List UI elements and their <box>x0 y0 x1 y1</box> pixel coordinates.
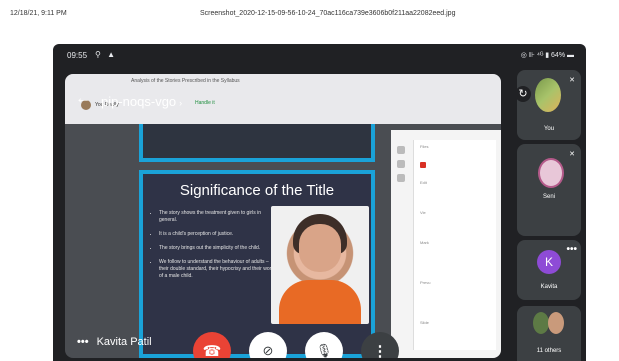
shared-side-panel: Files Edit Vie Mark Prevu Slide <box>391 130 501 358</box>
previous-slide-edge <box>139 124 375 162</box>
presenter-name: Kavita Patil <box>96 336 152 348</box>
participant-tile-others[interactable]: 11 others <box>517 306 581 361</box>
meeting-code[interactable]: pip-noqs-vgo › <box>101 94 182 109</box>
more-options-icon[interactable]: ••• <box>77 336 89 348</box>
status-bar: 09:55 ⚲ ▲ ◎ ⊪ ⁴ᴳ ▮ 64% ▬ <box>53 44 586 64</box>
chevron-right-icon: › <box>179 98 183 108</box>
portrait-shirt <box>279 280 361 324</box>
shared-doc-title: Analysis of the Stories Prescribed in th… <box>131 78 240 84</box>
side-panel-line: Vie <box>420 210 426 215</box>
portrait-face <box>299 224 341 272</box>
end-call-icon: ☎ <box>202 343 222 358</box>
phone-screen: 09:55 ⚲ ▲ ◎ ⊪ ⁴ᴳ ▮ 64% ▬ Analysis of the… <box>53 44 586 361</box>
shared-mini-tag: Handle it <box>195 100 215 106</box>
flip-camera-icon[interactable]: ↻ <box>517 86 531 102</box>
status-left-icons: ⚲ ▲ <box>95 50 117 59</box>
avatar <box>538 158 564 188</box>
more-options-icon[interactable]: ••• <box>566 244 577 255</box>
avatar <box>535 78 561 112</box>
mic-muted-icon: ✕ <box>569 151 575 158</box>
slide-bullets: The story shows the treatment given to g… <box>151 210 277 287</box>
camera-off-icon: ⊘ <box>262 343 274 358</box>
participant-name: 11 others <box>536 348 562 354</box>
side-panel-line: Files <box>420 144 429 149</box>
slide-bullet: It is a child's perception of justice. <box>159 231 277 238</box>
side-red-marker <box>420 162 426 168</box>
side-panel-line: Edit <box>420 180 427 185</box>
side-panel-line: Slide <box>420 320 429 325</box>
avatar <box>548 312 564 334</box>
print-date: 12/18/21, 9:11 PM <box>10 10 67 17</box>
print-filename: Screenshot_2020-12-15-09-56-10-24_70ac11… <box>200 10 456 17</box>
mic-off-icon: 🎙 <box>315 343 333 358</box>
slide-title: Significance of the Title <box>179 182 335 199</box>
meeting-code-text: pip-noqs-vgo <box>101 94 177 109</box>
back-arrow-icon[interactable]: ← <box>75 91 91 107</box>
slide-bullet: The story brings out the simplicity of t… <box>159 245 277 252</box>
side-tool-icon <box>397 146 405 154</box>
side-tool-icon <box>397 160 405 168</box>
status-time: 09:55 <box>67 51 88 60</box>
more-vertical-icon: ⋮ <box>372 343 388 358</box>
participant-name: Seni <box>542 194 555 200</box>
presenter-label: ••• Kavita Patil <box>77 336 152 348</box>
side-panel-line: Mark <box>420 240 429 245</box>
slide-bullet: We follow to understand the behaviour of… <box>159 259 277 280</box>
avatar: K <box>537 250 561 274</box>
avatar <box>533 312 549 334</box>
presentation-tile[interactable]: Analysis of the Stories Prescribed in th… <box>65 74 501 358</box>
participant-tile-you[interactable]: ↻ ✕ You <box>517 70 581 140</box>
side-panel-line: Prevu <box>420 280 431 285</box>
participant-name: You <box>543 126 555 132</box>
status-right-icons: ◎ ⊪ ⁴ᴳ ▮ 64% ▬ <box>520 52 574 59</box>
side-tool-icon <box>397 174 405 182</box>
mic-muted-icon: ✕ <box>569 77 575 84</box>
slide-portrait-photo <box>271 206 369 324</box>
side-doc-panel: Files Edit Vie Mark Prevu Slide <box>413 140 496 350</box>
participant-tile-seni[interactable]: ✕ Seni <box>517 144 581 236</box>
participant-tile-kavita[interactable]: K ••• Kavita <box>517 240 581 300</box>
participant-name: Kavita <box>540 284 558 290</box>
presented-slide: Significance of the Title The story show… <box>139 170 375 358</box>
slide-bullet: The story shows the treatment given to g… <box>159 210 277 224</box>
